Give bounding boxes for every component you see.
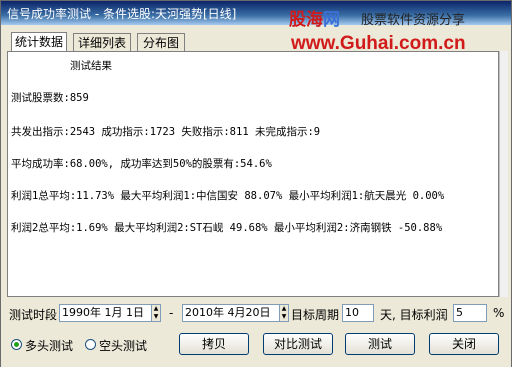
start-date-spinner[interactable]: ▲ ▼ bbox=[151, 304, 161, 322]
target-period-label: 目标周期 bbox=[291, 308, 340, 322]
date-range-dash: - bbox=[169, 306, 174, 320]
compare-test-button[interactable]: 对比测试 bbox=[263, 333, 333, 355]
radio-long-label[interactable]: 多头测试 bbox=[25, 337, 73, 354]
watermark-logo: 股海网 bbox=[289, 5, 340, 30]
dialog-window: 信号成功率测试 - 条件选股:天河强势[日线] 股海网 股票软件资源分享 www… bbox=[0, 0, 512, 368]
spin-up-icon[interactable]: ▲ bbox=[280, 305, 288, 313]
results-pane: 测试结果 测试股票数:859 共发出指示:2543 成功指示:1723 失败指示… bbox=[7, 51, 499, 297]
title-bar[interactable]: 信号成功率测试 - 条件选股:天河强势[日线] 股海网 股票软件资源分享 bbox=[1, 1, 511, 30]
end-date-spinner[interactable]: ▲ ▼ bbox=[279, 304, 289, 322]
vertical-scrollbar[interactable] bbox=[499, 51, 508, 297]
window-title: 信号成功率测试 - 条件选股:天河强势[日线] bbox=[7, 7, 237, 21]
spin-up-icon[interactable]: ▲ bbox=[152, 305, 160, 313]
success-rate-text: 平均成功率:68.00%, 成功率达到50%的股票有:54.6% bbox=[11, 158, 272, 170]
spin-down-icon[interactable]: ▼ bbox=[152, 313, 160, 321]
watermark-slogan: 股票软件资源分享 bbox=[361, 13, 466, 28]
tab-statistics[interactable]: 统计数据 bbox=[11, 32, 67, 52]
profit1-text: 利润1总平均:11.73% 最大平均利润1:中信国安 88.07% 最小平均利润… bbox=[11, 190, 445, 202]
target-profit-input[interactable]: 5 bbox=[453, 304, 487, 322]
start-date-picker[interactable]: 1990年 1月 1日 bbox=[59, 304, 157, 322]
period-label: 测试时段 bbox=[9, 308, 58, 322]
profit2-text: 利润2总平均:1.69% 最大平均利润2:ST石岘 49.68% 最小平均利润2… bbox=[11, 222, 443, 234]
bottom-background bbox=[0, 367, 512, 384]
tab-detail-list[interactable]: 详细列表 bbox=[73, 33, 131, 51]
end-date-picker[interactable]: 2010年 4月20日 bbox=[182, 304, 286, 322]
results-heading: 测试结果 bbox=[70, 60, 112, 72]
radio-short-test[interactable] bbox=[85, 339, 96, 350]
spin-down-icon[interactable]: ▼ bbox=[280, 313, 288, 321]
radio-long-test[interactable] bbox=[11, 339, 22, 350]
signals-text: 共发出指示:2543 成功指示:1723 失败指示:811 未完成指示:9 bbox=[11, 126, 321, 138]
radio-short-label[interactable]: 空头测试 bbox=[99, 337, 147, 354]
percent-sign: % bbox=[493, 306, 505, 320]
watermark-logo-net: 网 bbox=[323, 10, 340, 30]
close-button[interactable]: 关闭 bbox=[429, 333, 499, 355]
target-profit-label: 天, 目标利润 bbox=[380, 308, 448, 322]
tab-distribution[interactable]: 分布图 bbox=[137, 33, 185, 51]
watermark-logo-cn: 股海 bbox=[289, 10, 323, 30]
test-button[interactable]: 测试 bbox=[345, 333, 415, 355]
stock-count-text: 测试股票数:859 bbox=[11, 92, 89, 104]
target-period-input[interactable]: 10 bbox=[342, 304, 374, 322]
radio-selected-dot bbox=[14, 342, 19, 347]
copy-button[interactable]: 拷贝 bbox=[179, 333, 249, 355]
